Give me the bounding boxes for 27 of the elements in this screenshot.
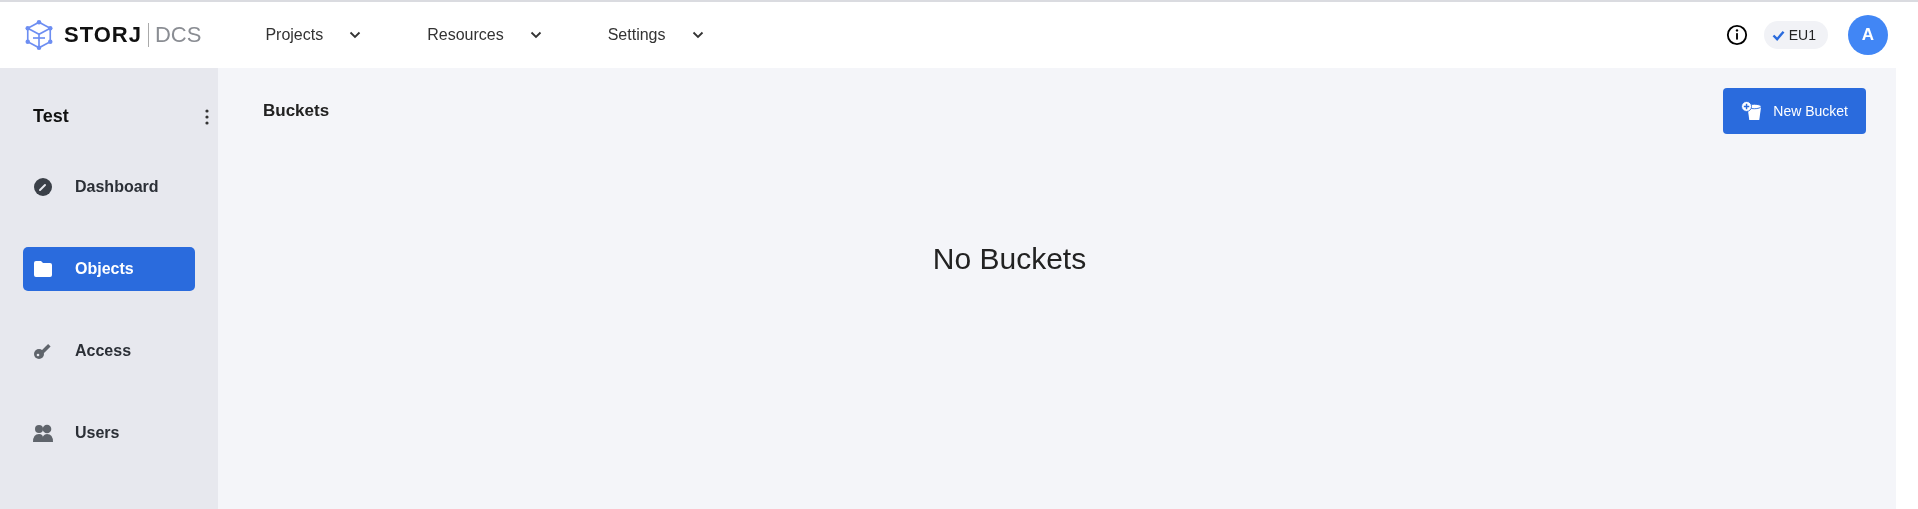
page-title: Buckets — [263, 101, 330, 121]
folder-icon — [33, 259, 53, 279]
chevron-down-icon — [529, 31, 542, 39]
region-selector[interactable]: EU1 — [1763, 21, 1828, 49]
new-bucket-button[interactable]: New Bucket — [1723, 88, 1866, 134]
info-icon[interactable] — [1725, 24, 1748, 46]
product-name: DCS — [154, 22, 202, 48]
chevron-down-icon — [691, 31, 704, 39]
users-icon — [33, 423, 53, 443]
empty-state-message: No Buckets — [932, 242, 1087, 276]
key-icon — [33, 341, 53, 361]
gauge-icon — [33, 177, 53, 197]
sidebar-item[interactable]: Objects — [23, 247, 195, 291]
brand-name: STORJ — [64, 22, 142, 48]
cube-network-icon — [24, 20, 54, 50]
user-avatar[interactable]: A — [1848, 15, 1888, 55]
nav-menu[interactable]: Resources — [427, 26, 542, 44]
sidebar-item[interactable]: Dashboard — [23, 165, 195, 209]
project-name: Test — [33, 106, 69, 127]
more-vertical-icon[interactable] — [205, 108, 209, 125]
bucket-plus-icon — [1741, 101, 1764, 121]
nav-menu[interactable]: Settings — [607, 26, 704, 44]
nav-menu[interactable]: Projects — [265, 26, 362, 44]
logo[interactable]: STORJ DCS — [24, 20, 202, 50]
sidebar-item[interactable]: Access — [23, 329, 195, 373]
chevron-down-icon — [349, 31, 362, 39]
sidebar-item[interactable]: Users — [23, 411, 195, 455]
